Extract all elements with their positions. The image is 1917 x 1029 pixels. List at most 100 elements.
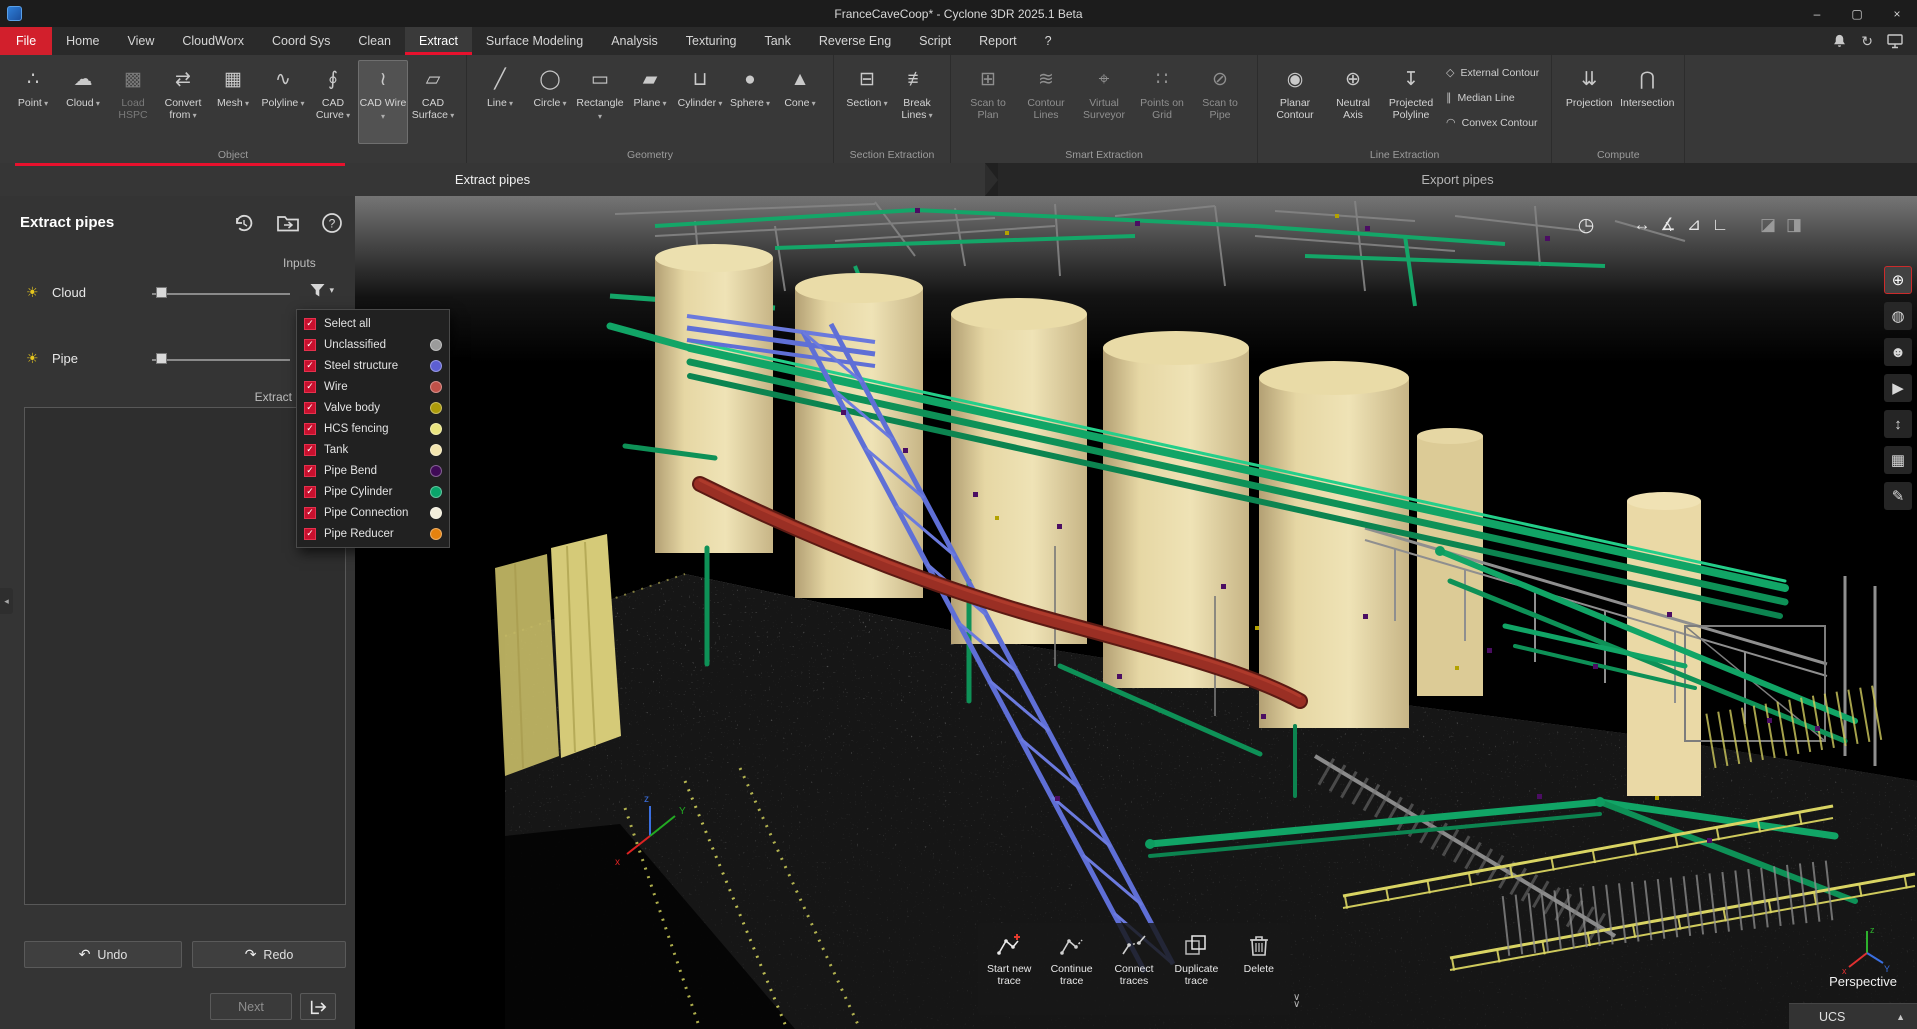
checkbox-checked-icon[interactable] [304,360,316,372]
bulb-icon[interactable]: ☀ [26,350,39,367]
ribbon-convert-from-button[interactable]: ⇄Convert from [158,60,208,144]
menu-tank[interactable]: Tank [750,27,804,55]
filter-item-valve-body[interactable]: Valve body [297,397,449,418]
menu-clean[interactable]: Clean [344,27,405,55]
ribbon-points-on-grid-button[interactable]: ∷Points on Grid [1133,60,1191,144]
ribbon-scan-to-pipe-button[interactable]: ⊘Scan to Pipe [1191,60,1249,144]
tab-export-pipes[interactable]: Export pipes [998,163,1917,196]
checkbox-checked-icon[interactable] [304,528,316,540]
duplicate-trace-button[interactable]: Duplicate trace [1165,923,1227,1015]
history-icon[interactable] [231,210,257,236]
cloud-opacity-slider[interactable] [152,293,290,295]
menu-home[interactable]: Home [52,27,113,55]
collapse-trace-toolbar-chevron[interactable]: ∨∨ [1293,994,1300,1008]
connect-traces-button[interactable]: Connect traces [1103,923,1165,1015]
point-cloud-scene[interactable]: z Y x [355,196,1917,1029]
checkbox-checked-icon[interactable] [304,339,316,351]
ribbon-sphere-button[interactable]: ●Sphere [725,60,775,144]
ribbon-polyline-button[interactable]: ∿Polyline [258,60,308,144]
import-folder-icon[interactable] [275,210,301,236]
menu-cloudworx[interactable]: CloudWorx [168,27,258,55]
menu-file[interactable]: File [0,27,52,55]
ribbon-projected-polyline-button[interactable]: ↧Projected Polyline [1382,60,1440,144]
stopwatch-tool-icon[interactable]: ◷ [1573,212,1599,238]
undo-button[interactable]: ↶ Undo [24,941,182,968]
ribbon-section-button[interactable]: ⊟Section [842,60,892,144]
checkbox-checked-icon[interactable] [304,444,316,456]
notifications-bell-icon[interactable] [1832,33,1847,49]
menu-texturing[interactable]: Texturing [672,27,751,55]
export-step-button[interactable] [300,993,336,1020]
menu-view[interactable]: View [114,27,169,55]
filter-item-select-all[interactable]: Select all [297,313,449,334]
cloud-slider-handle[interactable] [156,287,167,298]
ribbon-virtual-surveyor-button[interactable]: ⌖Virtual Surveyor [1075,60,1133,144]
filter-item-pipe-cylinder[interactable]: Pipe Cylinder [297,481,449,502]
ucs-selector[interactable]: UCS ▲ [1789,1003,1917,1029]
ribbon-cylinder-button[interactable]: ⊔Cylinder [675,60,725,144]
edit-scene-icon[interactable]: ✎ [1884,482,1912,510]
tab-extract-pipes[interactable]: Extract pipes [0,163,985,196]
checkbox-checked-icon[interactable] [304,507,316,519]
ribbon-mesh-button[interactable]: ▦Mesh [208,60,258,144]
ribbon-projection-button[interactable]: ⇊Projection [1560,60,1618,144]
ribbon-plane-button[interactable]: ▰Plane [625,60,675,144]
minimize-button[interactable]: – [1797,0,1837,27]
close-button[interactable]: × [1877,0,1917,27]
checkbox-checked-icon[interactable] [304,318,316,330]
ribbon-contour-lines-button[interactable]: ≋Contour Lines [1017,60,1075,144]
pipe-slider-handle[interactable] [156,353,167,364]
ribbon-scan-to-plan-button[interactable]: ⊞Scan to Plan [959,60,1017,144]
ribbon-convex-contour-button[interactable]: ◠Convex Contour [1446,116,1539,129]
ribbon-neutral-axis-button[interactable]: ⊕Neutral Axis [1324,60,1382,144]
checkbox-checked-icon[interactable] [304,381,316,393]
shading-tool-icon[interactable]: ◪ [1755,212,1781,238]
filter-item-wire[interactable]: Wire [297,376,449,397]
menu-reverse-eng[interactable]: Reverse Eng [805,27,905,55]
ribbon-cad-curve-button[interactable]: ∮CAD Curve [308,60,358,144]
menu-surface-modeling[interactable]: Surface Modeling [472,27,597,55]
ribbon-point-button[interactable]: ∴Point [8,60,58,144]
panel-collapse-handle[interactable]: ◂ [0,588,13,614]
cloud-filter-button[interactable]: ▾ [309,282,334,299]
checkbox-checked-icon[interactable] [304,402,316,414]
filter-item-unclassified[interactable]: Unclassified [297,334,449,355]
filter-item-steel-structure[interactable]: Steel structure [297,355,449,376]
filter-item-hcs-fencing[interactable]: HCS fencing [297,418,449,439]
menu-report[interactable]: Report [965,27,1031,55]
start-new-trace-button[interactable]: Start new trace [978,923,1040,1015]
redo-button[interactable]: ↷ Redo [192,941,346,968]
menu-extract[interactable]: Extract [405,27,472,55]
texture-tool-icon[interactable]: ◨ [1781,212,1807,238]
help-icon[interactable]: ? [319,210,345,236]
maximize-button[interactable]: ▢ [1837,0,1877,27]
ribbon-line-button[interactable]: ╱Line [475,60,525,144]
fly-mode-icon[interactable]: ▶ [1884,374,1912,402]
layers-icon[interactable]: ◍ [1884,302,1912,330]
ribbon-external-contour-button[interactable]: ◇External Contour [1446,66,1539,79]
area-tool-icon[interactable]: ⊿ [1681,212,1707,238]
filter-item-pipe-reducer[interactable]: Pipe Reducer [297,523,449,544]
ribbon-planar-contour-button[interactable]: ◉Planar Contour [1266,60,1324,144]
vertical-measure-icon[interactable]: ↕ [1884,410,1912,438]
ribbon-cad-surface-button[interactable]: ▱CAD Surface [408,60,458,144]
filter-item-pipe-connection[interactable]: Pipe Connection [297,502,449,523]
ribbon-cloud-button[interactable]: ☁Cloud [58,60,108,144]
menu-analysis[interactable]: Analysis [597,27,672,55]
viewer-head-icon[interactable]: ☻ [1884,338,1912,366]
distance-tool-icon[interactable]: ↔ [1629,212,1655,238]
ribbon-cad-wire-button[interactable]: ≀CAD Wire [358,60,408,144]
checkbox-checked-icon[interactable] [304,486,316,498]
ribbon-cone-button[interactable]: ▲Cone [775,60,825,144]
clearance-tool-icon[interactable]: ∟ [1707,212,1733,238]
ribbon-median-line-button[interactable]: ∥Median Line [1446,91,1539,104]
menu-script[interactable]: Script [905,27,965,55]
ribbon-circle-button[interactable]: ◯Circle [525,60,575,144]
delete-trace-button[interactable]: Delete [1228,923,1290,1015]
next-button[interactable]: Next [210,993,292,1020]
menu-help[interactable]: ? [1031,27,1066,55]
projection-mode-label[interactable]: Perspective [1829,974,1897,989]
cube-view-icon[interactable]: ▦ [1884,446,1912,474]
display-icon[interactable] [1887,34,1903,49]
angle-tool-icon[interactable]: ∡ [1655,212,1681,238]
